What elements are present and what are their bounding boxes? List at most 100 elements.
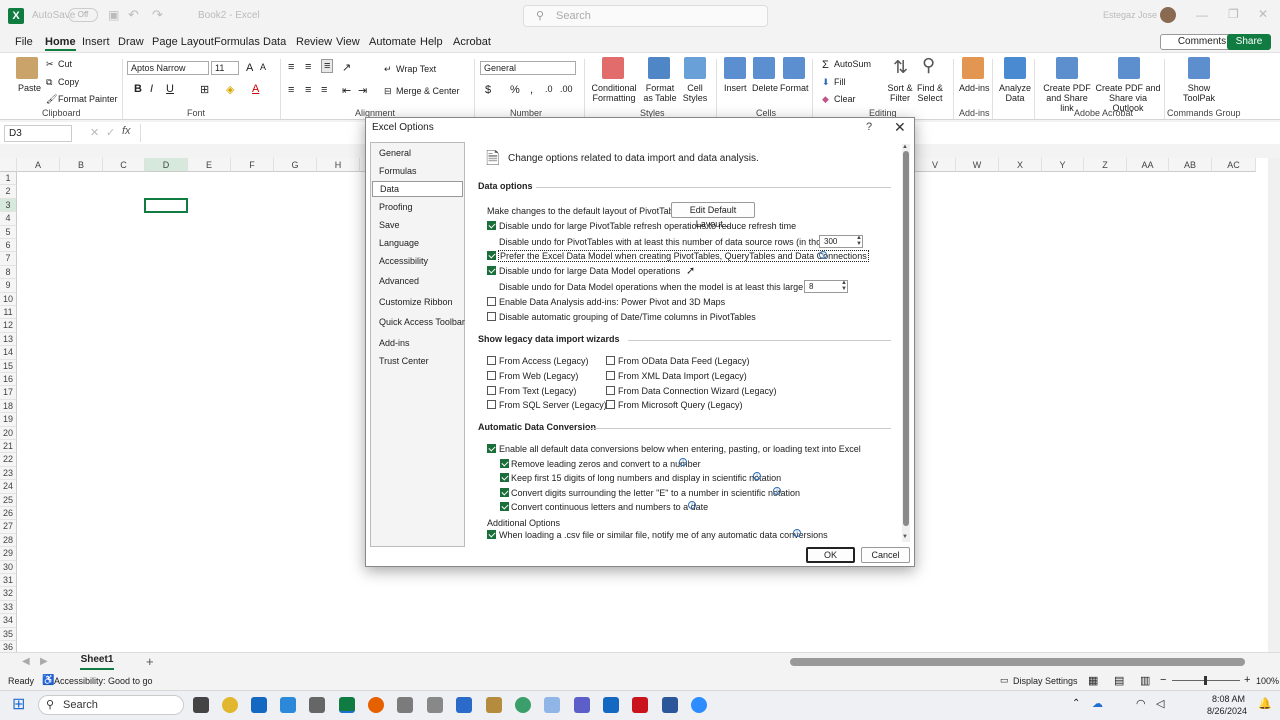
create-pdf-link-icon[interactable] [1056, 57, 1078, 79]
show-toolpak-button[interactable]: Show ToolPak [1180, 83, 1218, 103]
sort-filter-icon[interactable]: ⇅ [893, 57, 908, 78]
close-window-icon[interactable]: ✕ [1258, 7, 1268, 21]
autosum-icon[interactable]: Σ [822, 59, 829, 71]
zoom-level[interactable]: 100% [1256, 676, 1279, 686]
column-header[interactable]: D [145, 158, 188, 172]
copy-button[interactable]: Copy [58, 77, 79, 87]
column-header[interactable]: C [103, 158, 145, 172]
chk-legacy-ms-query[interactable] [606, 400, 615, 409]
align-center-icon[interactable]: ≡ [305, 84, 311, 96]
format-painter-icon[interactable]: 🖌 [46, 94, 57, 105]
chrome-icon[interactable] [222, 697, 238, 713]
menu-view[interactable]: View [336, 36, 360, 48]
app-icon[interactable] [397, 697, 413, 713]
row-header[interactable]: 27 [0, 520, 17, 534]
row-header[interactable]: 22 [0, 453, 17, 467]
row-header[interactable]: 2 [0, 185, 17, 199]
nav-item-general[interactable]: General [379, 148, 411, 158]
column-header[interactable]: AC [1212, 158, 1256, 172]
options-scrollbar-thumb[interactable] [903, 151, 909, 526]
page-layout-view-icon[interactable]: ▤ [1114, 674, 1124, 687]
fill-icon[interactable]: ⬇ [822, 77, 830, 88]
cell-styles-icon[interactable] [684, 57, 706, 79]
clear-button[interactable]: Clear [834, 94, 856, 104]
chk-keep-15-digits[interactable] [500, 473, 509, 482]
nav-item-data[interactable]: Data [372, 181, 463, 197]
cut-button[interactable]: Cut [58, 59, 72, 69]
menu-help[interactable]: Help [420, 36, 443, 48]
analyze-data-icon[interactable] [1004, 57, 1026, 79]
clear-icon[interactable]: ◆ [822, 94, 829, 105]
grow-font-icon[interactable]: A [246, 62, 253, 74]
cancel-formula-icon[interactable]: ✕ [90, 126, 99, 139]
row-header[interactable]: 34 [0, 614, 17, 628]
nav-item-customize-ribbon[interactable]: Customize Ribbon [379, 297, 453, 307]
zoom-out-icon[interactable]: − [1160, 674, 1166, 686]
chk-remove-leading-zeros[interactable] [500, 459, 509, 468]
row-header[interactable]: 5 [0, 225, 17, 239]
nav-item-quick-access-toolbar[interactable]: Quick Access Toolbar [379, 317, 465, 327]
column-header[interactable]: Z [1084, 158, 1127, 172]
merge-center-icon[interactable]: ⊟ [384, 86, 392, 97]
row-header[interactable]: 3 [0, 198, 17, 213]
notifications-icon[interactable]: 🔔 [1258, 697, 1272, 710]
orientation-icon[interactable]: ↗ [342, 61, 351, 74]
cancel-button[interactable]: Cancel [861, 547, 910, 563]
close-dialog-button[interactable]: ✕ [894, 119, 906, 136]
row-header[interactable]: 18 [0, 399, 17, 414]
chk-legacy-web[interactable] [487, 371, 496, 380]
selected-cell[interactable] [144, 198, 188, 213]
row-header[interactable]: 17 [0, 386, 17, 400]
menu-draw[interactable]: Draw [118, 36, 144, 48]
row-header[interactable]: 28 [0, 533, 17, 548]
row-header[interactable]: 11 [0, 306, 17, 320]
delete-cells-icon[interactable] [753, 57, 775, 79]
row-header[interactable]: 6 [0, 239, 17, 253]
file-explorer-icon[interactable] [193, 697, 209, 713]
menu-automate[interactable]: Automate [369, 36, 416, 48]
taskbar-search-input[interactable]: ⚲ Search [38, 695, 184, 715]
format-as-table-button[interactable]: Format as Table [640, 83, 680, 103]
name-box[interactable]: D3 [4, 125, 72, 142]
row-header[interactable]: 21 [0, 440, 17, 454]
outlook-icon[interactable] [251, 697, 267, 713]
decrease-decimal-icon[interactable]: .00 [560, 84, 573, 94]
column-header[interactable]: AB [1169, 158, 1212, 172]
column-header[interactable]: Y [1042, 158, 1084, 172]
column-header[interactable]: A [17, 158, 60, 172]
avatar[interactable] [1160, 7, 1176, 23]
excel-taskbar-icon[interactable] [339, 697, 355, 713]
horizontal-scrollbar[interactable] [790, 658, 1245, 666]
redo-icon[interactable]: ↷ [152, 7, 163, 23]
nav-item-save[interactable]: Save [379, 220, 400, 230]
stepper-arrows-icon[interactable]: ▲ ▼ [856, 235, 862, 247]
column-header[interactable]: W [956, 158, 999, 172]
normal-view-icon[interactable]: ▦ [1088, 674, 1098, 687]
cut-icon[interactable]: ✂ [46, 59, 54, 70]
save-icon[interactable]: ▣ [108, 8, 119, 22]
conditional-formatting-button[interactable]: Conditional Formatting [590, 83, 638, 103]
chk-legacy-sql[interactable] [487, 400, 496, 409]
row-header[interactable]: 25 [0, 493, 17, 507]
decrease-indent-icon[interactable]: ⇤ [342, 84, 351, 97]
column-header[interactable]: G [274, 158, 317, 172]
chk-prefer-data-model[interactable] [487, 251, 496, 260]
row-header[interactable]: 9 [0, 279, 17, 293]
onedrive-icon[interactable]: ☁ [1092, 697, 1103, 710]
wrap-text-button[interactable]: Wrap Text [396, 64, 436, 74]
merge-center-button[interactable]: Merge & Center [396, 86, 460, 96]
column-header[interactable]: V [915, 158, 956, 172]
row-header[interactable]: 13 [0, 332, 17, 347]
menu-formulas[interactable]: Formulas [214, 36, 260, 48]
increase-decimal-icon[interactable]: .0 [545, 84, 553, 94]
chk-convert-e-digits[interactable] [500, 488, 509, 497]
row-header[interactable]: 4 [0, 212, 17, 226]
column-header[interactable]: AA [1127, 158, 1169, 172]
percent-icon[interactable]: % [510, 84, 520, 96]
chk-legacy-access[interactable] [487, 356, 496, 365]
edit-default-layout-button[interactable]: Edit Default Layout... [671, 202, 755, 229]
align-right-icon[interactable]: ≡ [321, 84, 327, 96]
app-icon[interactable] [456, 697, 472, 713]
confirm-formula-icon[interactable]: ✓ [106, 126, 115, 139]
row-header[interactable]: 24 [0, 480, 17, 494]
